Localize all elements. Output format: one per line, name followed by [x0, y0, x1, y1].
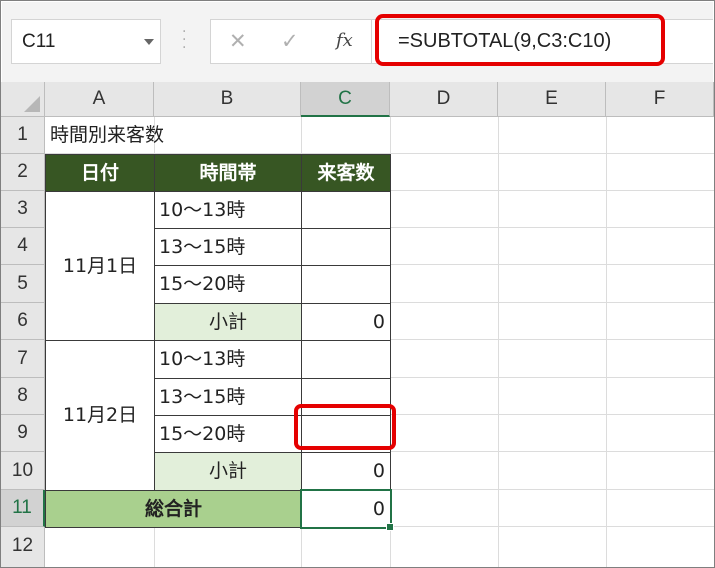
- gridline: [606, 117, 607, 567]
- group1-slot-2[interactable]: 13～15時: [154, 228, 302, 266]
- group1-visitors-3[interactable]: [301, 265, 391, 304]
- group1-date[interactable]: 11月1日: [45, 191, 155, 341]
- row-header-1[interactable]: 1: [1, 117, 45, 154]
- active-cell-border: [300, 489, 392, 529]
- row-header-2[interactable]: 2: [1, 154, 45, 191]
- group1-subtotal-value[interactable]: 0: [301, 303, 391, 341]
- column-header-a[interactable]: A: [45, 82, 154, 117]
- select-all-button[interactable]: [1, 82, 45, 117]
- group2-visitors-1[interactable]: [301, 340, 391, 379]
- row-header-12[interactable]: 12: [1, 527, 45, 567]
- column-header-c[interactable]: C: [301, 82, 390, 117]
- row-header-10[interactable]: 10: [1, 452, 45, 490]
- column-header-e[interactable]: E: [498, 82, 606, 117]
- group1-visitors-2[interactable]: [301, 228, 391, 266]
- formula-buttons: ✕ ✓ fx: [210, 19, 372, 64]
- group2-slot-1[interactable]: 10～13時: [154, 340, 302, 379]
- group1-slot-1[interactable]: 10～13時: [154, 191, 302, 229]
- cell-highlight: [294, 404, 396, 450]
- close-icon[interactable]: ✕: [229, 29, 247, 53]
- row-header-9[interactable]: 9: [1, 415, 45, 452]
- row-header-6[interactable]: 6: [1, 303, 45, 340]
- gridline: [498, 117, 499, 567]
- drag-handle-icon[interactable]: · · ·: [182, 25, 186, 55]
- group1-visitors-1[interactable]: [301, 191, 391, 229]
- group1-subtotal-label[interactable]: 小計: [154, 303, 302, 341]
- column-header-f[interactable]: F: [606, 82, 714, 117]
- check-icon[interactable]: ✓: [281, 29, 299, 53]
- row-header-11[interactable]: 11: [1, 490, 45, 527]
- group1-slot-3[interactable]: 15～20時: [154, 265, 302, 304]
- group2-subtotal-value[interactable]: 0: [301, 452, 391, 491]
- row-header-5[interactable]: 5: [1, 265, 45, 303]
- row-header-8[interactable]: 8: [1, 378, 45, 415]
- row-header-3[interactable]: 3: [1, 191, 45, 228]
- group2-slot-3[interactable]: 15～20時: [154, 415, 302, 453]
- name-box-value: C11: [22, 31, 56, 52]
- sheet-title[interactable]: 時間別来客数: [45, 117, 295, 154]
- row-header-4[interactable]: 4: [1, 228, 45, 265]
- insert-function-icon[interactable]: fx: [336, 30, 353, 51]
- fill-handle[interactable]: [386, 523, 394, 531]
- spreadsheet-window: C11 · · · ✕ ✓ fx =SUBTOTAL(9,C3:C10) A B C…: [0, 0, 715, 568]
- worksheet-grid: A B C D E F 1 2 3 4 5 6 7 8 9 10 11 12 時…: [1, 82, 714, 567]
- header-time-slot[interactable]: 時間帯: [154, 154, 302, 192]
- header-visitors[interactable]: 来客数: [301, 154, 391, 192]
- header-date[interactable]: 日付: [45, 154, 155, 192]
- chevron-down-icon[interactable]: [144, 39, 154, 45]
- column-header-b[interactable]: B: [154, 82, 301, 117]
- grand-total-label[interactable]: 総合計: [45, 490, 302, 528]
- group2-subtotal-label[interactable]: 小計: [154, 452, 302, 491]
- select-all-icon: [24, 96, 40, 112]
- group2-slot-2[interactable]: 13～15時: [154, 378, 302, 416]
- row-header-7[interactable]: 7: [1, 340, 45, 378]
- formula-highlight: [375, 14, 665, 66]
- name-box[interactable]: C11: [11, 19, 161, 64]
- column-header-d[interactable]: D: [390, 82, 498, 117]
- group2-date[interactable]: 11月2日: [45, 340, 155, 491]
